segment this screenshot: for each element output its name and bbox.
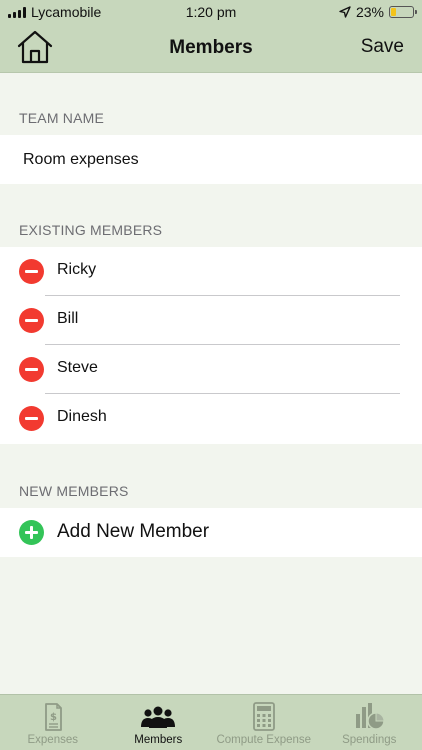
add-member-button[interactable] <box>19 520 44 545</box>
group-icon <box>141 706 176 728</box>
calculator-icon <box>252 702 275 731</box>
status-right: 23% <box>339 4 417 20</box>
remove-member-button[interactable] <box>19 406 44 431</box>
home-icon[interactable] <box>16 29 54 65</box>
member-row: Bill <box>0 296 422 345</box>
team-name-input[interactable] <box>23 151 403 169</box>
member-row: Ricky <box>0 247 422 296</box>
expense-doc-icon: $ <box>44 703 62 731</box>
save-button[interactable]: Save <box>361 36 404 58</box>
add-member-row[interactable]: Add New Member <box>0 508 422 557</box>
navigation-bar: Members Save <box>0 24 422 73</box>
team-name-card <box>0 135 422 184</box>
pie-chart-icon <box>356 703 385 730</box>
member-name: Dinesh <box>57 408 107 425</box>
member-name: Steve <box>57 359 98 376</box>
member-row: Dinesh <box>0 394 422 443</box>
status-left: Lycamobile <box>8 4 101 20</box>
battery-level <box>391 8 396 16</box>
remove-member-button[interactable] <box>19 259 44 284</box>
status-bar: Lycamobile 1:20 pm 23% <box>0 0 422 24</box>
signal-icon <box>8 6 26 18</box>
carrier-label: Lycamobile <box>31 4 102 20</box>
tab-members[interactable]: Members <box>106 695 212 750</box>
tab-label: Compute Expense <box>216 734 312 746</box>
location-arrow-icon <box>339 6 351 18</box>
team-name-header: TEAM NAME <box>19 110 105 126</box>
remove-member-button[interactable] <box>19 357 44 382</box>
tab-label: Expenses <box>27 734 78 746</box>
tab-compute-expense[interactable]: Compute Expense <box>211 695 317 750</box>
tab-bar: $ Expenses Members Compute Expense Spend… <box>0 694 422 750</box>
new-members-header: NEW MEMBERS <box>19 483 129 499</box>
member-row: Steve <box>0 345 422 394</box>
status-time: 1:20 pm <box>185 4 237 20</box>
tab-spendings[interactable]: Spendings <box>317 695 422 750</box>
existing-members-list: Ricky Bill Steve Dinesh <box>0 247 422 444</box>
add-member-label[interactable]: Add New Member <box>57 521 209 543</box>
existing-members-header: EXISTING MEMBERS <box>19 222 163 238</box>
remove-member-button[interactable] <box>19 308 44 333</box>
svg-text:$: $ <box>50 712 57 723</box>
member-name: Bill <box>57 310 79 327</box>
page-title: Members <box>169 37 253 58</box>
tab-expenses[interactable]: $ Expenses <box>0 695 106 750</box>
tab-label: Members <box>134 734 183 746</box>
battery-percent: 23% <box>355 4 384 20</box>
tab-label: Spendings <box>342 734 397 746</box>
new-members-card: Add New Member <box>0 508 422 557</box>
member-name: Ricky <box>57 261 97 278</box>
battery-icon <box>389 6 417 18</box>
